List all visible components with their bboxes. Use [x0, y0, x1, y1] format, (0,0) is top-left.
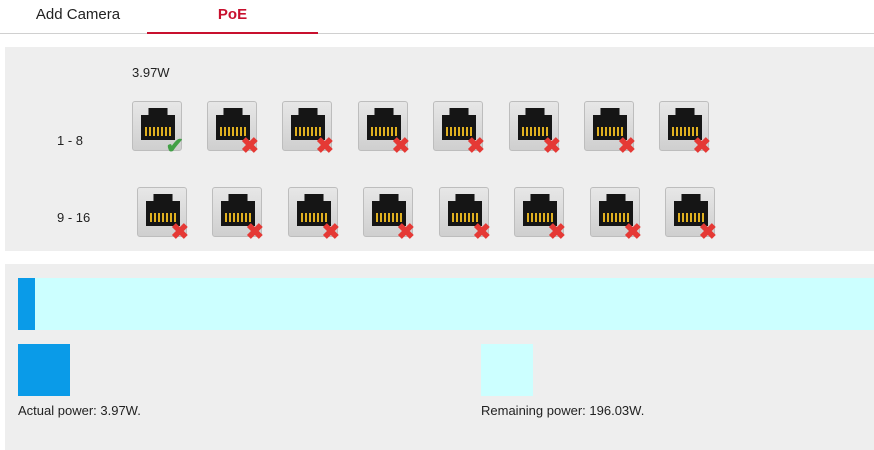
x-icon: ✖: [623, 219, 642, 244]
port-12[interactable]: ✖: [363, 187, 415, 243]
port-15[interactable]: ✖: [590, 187, 642, 243]
actual-power-swatch: [18, 344, 70, 396]
row-label-1-8: 1 - 8: [57, 133, 84, 148]
x-icon: ✖: [547, 219, 566, 244]
port-1[interactable]: ✔: [132, 101, 184, 157]
x-icon: ✖: [542, 133, 561, 158]
x-icon: ✖: [617, 133, 636, 158]
tab-poe[interactable]: PoE: [147, 0, 318, 34]
check-icon: ✔: [165, 133, 184, 158]
remaining-power-swatch: [481, 344, 533, 396]
port-11[interactable]: ✖: [288, 187, 340, 243]
port-14[interactable]: ✖: [514, 187, 566, 243]
port-7[interactable]: ✖: [584, 101, 636, 157]
port-9[interactable]: ✖: [137, 187, 189, 243]
x-icon: ✖: [245, 219, 264, 244]
port-13[interactable]: ✖: [439, 187, 491, 243]
power-panel: Actual power: 3.97W. Remaining power: 19…: [5, 264, 874, 450]
x-icon: ✖: [698, 219, 717, 244]
port-1-power: 3.97W: [132, 65, 170, 80]
x-icon: ✖: [315, 133, 334, 158]
port-5[interactable]: ✖: [433, 101, 485, 157]
x-icon: ✖: [170, 219, 189, 244]
port-4[interactable]: ✖: [358, 101, 410, 157]
port-10[interactable]: ✖: [212, 187, 264, 243]
remaining-power-label: Remaining power: 196.03W.: [481, 403, 645, 418]
x-icon: ✖: [321, 219, 340, 244]
port-3[interactable]: ✖: [282, 101, 334, 157]
power-usage-bar: [18, 278, 874, 330]
x-icon: ✖: [692, 133, 711, 158]
port-8[interactable]: ✖: [659, 101, 711, 157]
x-icon: ✖: [391, 133, 410, 158]
tab-bar: Add Camera PoE: [0, 0, 874, 34]
power-usage-fill: [18, 278, 35, 330]
x-icon: ✖: [472, 219, 491, 244]
actual-power-label: Actual power: 3.97W.: [18, 403, 141, 418]
tab-add-camera[interactable]: Add Camera: [10, 0, 146, 34]
x-icon: ✖: [396, 219, 415, 244]
port-2[interactable]: ✖: [207, 101, 259, 157]
port-16[interactable]: ✖: [665, 187, 717, 243]
x-icon: ✖: [240, 133, 259, 158]
x-icon: ✖: [466, 133, 485, 158]
ports-panel: 3.97W 1 - 8 9 - 16 ✔ ✖ ✖ ✖ ✖ ✖ ✖ ✖ ✖ ✖ ✖ ✖ ✖ ✖ ✖ ✖: [5, 47, 874, 251]
port-6[interactable]: ✖: [509, 101, 561, 157]
row-label-9-16: 9 - 16: [57, 210, 91, 225]
